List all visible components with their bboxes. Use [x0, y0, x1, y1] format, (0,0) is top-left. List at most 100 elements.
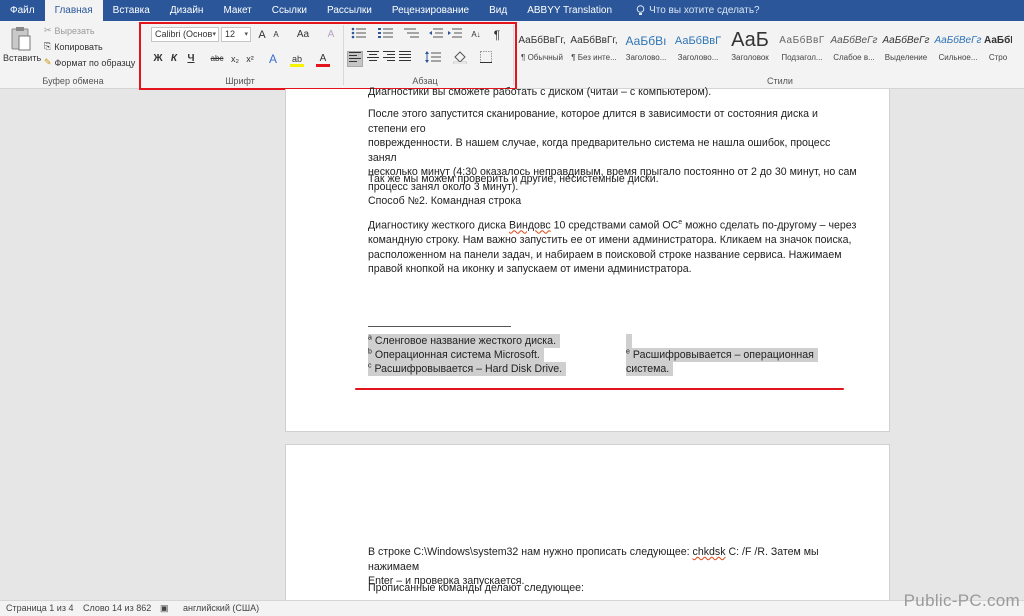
cut-label: Вырезать [54, 25, 95, 36]
style-name: Выделение [884, 53, 928, 62]
tab-abbyy[interactable]: ABBYY Translation [517, 0, 622, 21]
tell-me-search[interactable]: Что вы хотите сделать? [636, 0, 760, 21]
chevron-down-icon: ▾ [244, 31, 248, 38]
format-painter-label: Формат по образцу [54, 57, 136, 68]
style-heading-1[interactable]: АаБбВı Заголово... [620, 23, 672, 73]
text-effects-button[interactable]: A [266, 51, 280, 67]
misspelled-word: chkdsk [692, 546, 726, 558]
subscript-button[interactable]: x₂ [228, 51, 242, 67]
align-right-button[interactable] [381, 51, 397, 67]
numbering-button[interactable] [375, 27, 397, 43]
bold-button[interactable]: Ж [151, 51, 165, 67]
format-painter-button[interactable]: ✎ Формат по образцу [44, 57, 135, 68]
style-normal[interactable]: АаБбВвГг, ¶ Обычный [516, 23, 568, 73]
tab-view[interactable]: Вид [479, 0, 517, 21]
show-marks-button[interactable]: ¶ [490, 27, 504, 43]
font-name-combo[interactable]: Calibri (Основ ▾ [151, 27, 219, 42]
style-sample: АаБбВвГ [674, 35, 722, 47]
style-title[interactable]: АаБ Заголовок [724, 23, 776, 73]
style-name: Сильное... [938, 53, 978, 62]
tab-file[interactable]: Файл [0, 0, 45, 21]
shrink-font-button[interactable]: A [270, 27, 282, 43]
copy-button[interactable]: ⎘ Копировать [44, 41, 103, 52]
style-sample: АаБбВвГг, [518, 35, 566, 46]
justify-icon [399, 51, 411, 61]
align-left-icon [349, 52, 361, 62]
line-spacing-button[interactable] [422, 51, 444, 67]
tab-home[interactable]: Главная [44, 0, 103, 21]
status-page[interactable]: Страница 1 из 4 [6, 603, 73, 613]
ribbon-tab-bar: Файл Главная Вставка Дизайн Макет Ссылки… [0, 0, 1024, 21]
doc-line: поврежденности. В нашем случае, когда пр… [368, 137, 831, 164]
change-case-button[interactable]: Aa [292, 27, 314, 43]
doc-paragraph-2: Так же мы можем проверить и другие, неси… [368, 173, 659, 185]
bullet-list-icon [351, 27, 366, 39]
justify-button[interactable] [397, 51, 413, 67]
font-color-button[interactable]: A [316, 51, 330, 67]
font-size-value: 12 [225, 29, 236, 39]
style-strong[interactable]: АаБбВ Стро [984, 23, 1012, 73]
proofing-icon[interactable]: ▣ [160, 603, 169, 614]
tell-me-placeholder: Что вы хотите сделать? [649, 5, 760, 16]
footnote-text: Расшифровывается – операционная [632, 349, 814, 361]
annotation-underline [355, 388, 844, 390]
status-language[interactable]: английский (США) [183, 603, 259, 613]
strikethrough-button[interactable]: abc [208, 51, 226, 67]
grow-font-button[interactable]: A [256, 27, 268, 43]
tab-review[interactable]: Рецензирование [382, 0, 479, 21]
paste-button[interactable]: Вставить [3, 24, 41, 70]
style-name: ¶ Обычный [521, 53, 563, 62]
style-name: Слабое в... [833, 53, 875, 62]
bullets-button[interactable] [348, 27, 370, 43]
style-subtle-emphasis[interactable]: АаБбВеГг Слабое в... [828, 23, 880, 73]
decrease-indent-button[interactable] [428, 27, 444, 43]
style-subtitle[interactable]: АаБбВвГ Подзагол... [776, 23, 828, 73]
tab-layout[interactable]: Макет [213, 0, 261, 21]
italic-button[interactable]: К [167, 51, 181, 67]
doc-line: командную строку. Нам важно запустить ее… [368, 234, 852, 247]
footnote-mark: e [626, 348, 630, 356]
underline-button[interactable]: Ч [184, 51, 198, 67]
style-name: Стро [988, 53, 1008, 62]
doc-paragraph-4: Диагностику жесткого диска Виндовс 10 ср… [368, 216, 858, 277]
multilevel-list-icon [404, 28, 419, 38]
misspelled-word: Виндовс [509, 219, 551, 232]
tab-insert[interactable]: Вставка [103, 0, 160, 21]
tab-references[interactable]: Ссылки [262, 0, 317, 21]
style-name: ¶ Без инте... [571, 53, 617, 62]
clear-formatting-button[interactable]: A [324, 27, 338, 43]
cut-button[interactable]: ✂ Вырезать [44, 25, 95, 36]
scissors-icon: ✂ [44, 25, 52, 35]
style-emphasis[interactable]: АаБбВеГг Выделение [880, 23, 932, 73]
tab-design[interactable]: Дизайн [160, 0, 214, 21]
increase-indent-button[interactable] [447, 27, 463, 43]
footnote-mark: b [368, 348, 372, 356]
style-intense-emphasis[interactable]: АаБбВеГг Сильное... [932, 23, 984, 73]
style-sample: АаБбВ [984, 35, 1012, 46]
superscript-button[interactable]: x² [243, 51, 257, 67]
font-size-combo[interactable]: 12 ▾ [221, 27, 251, 42]
doc-text-run: В строке C:\Windows\system32 нам нужно п… [368, 546, 693, 558]
group-divider [513, 25, 514, 85]
style-name: Заголово... [677, 53, 719, 62]
style-no-spacing[interactable]: АаБбВвГг, ¶ Без инте... [568, 23, 620, 73]
borders-button[interactable] [476, 51, 496, 67]
font-group-label: Шрифт [225, 76, 255, 86]
shading-button[interactable] [450, 51, 470, 67]
sort-button[interactable]: A↓ [468, 27, 484, 43]
group-divider [140, 25, 141, 85]
copy-icon: ⎘ [44, 41, 52, 51]
tab-mailings[interactable]: Рассылки [317, 0, 382, 21]
align-left-button[interactable] [347, 51, 363, 67]
style-heading-2[interactable]: АаБбВвГ Заголово... [672, 23, 724, 73]
multilevel-list-button[interactable] [402, 27, 422, 43]
footnote-b: b Операционная система Microsoft. [368, 348, 544, 362]
status-words[interactable]: Слово 14 из 862 [83, 603, 151, 613]
clipboard-icon [10, 26, 32, 52]
highlight-color-button[interactable]: ab [290, 51, 304, 67]
footnote-e-blank [626, 334, 632, 348]
style-name: Подзагол... [781, 53, 823, 62]
doc-line: Диагностику жесткого диска Виндовс 10 ср… [368, 216, 858, 233]
doc-text-run: можно сделать по-другому – через [682, 219, 857, 232]
align-center-button[interactable] [365, 51, 381, 67]
